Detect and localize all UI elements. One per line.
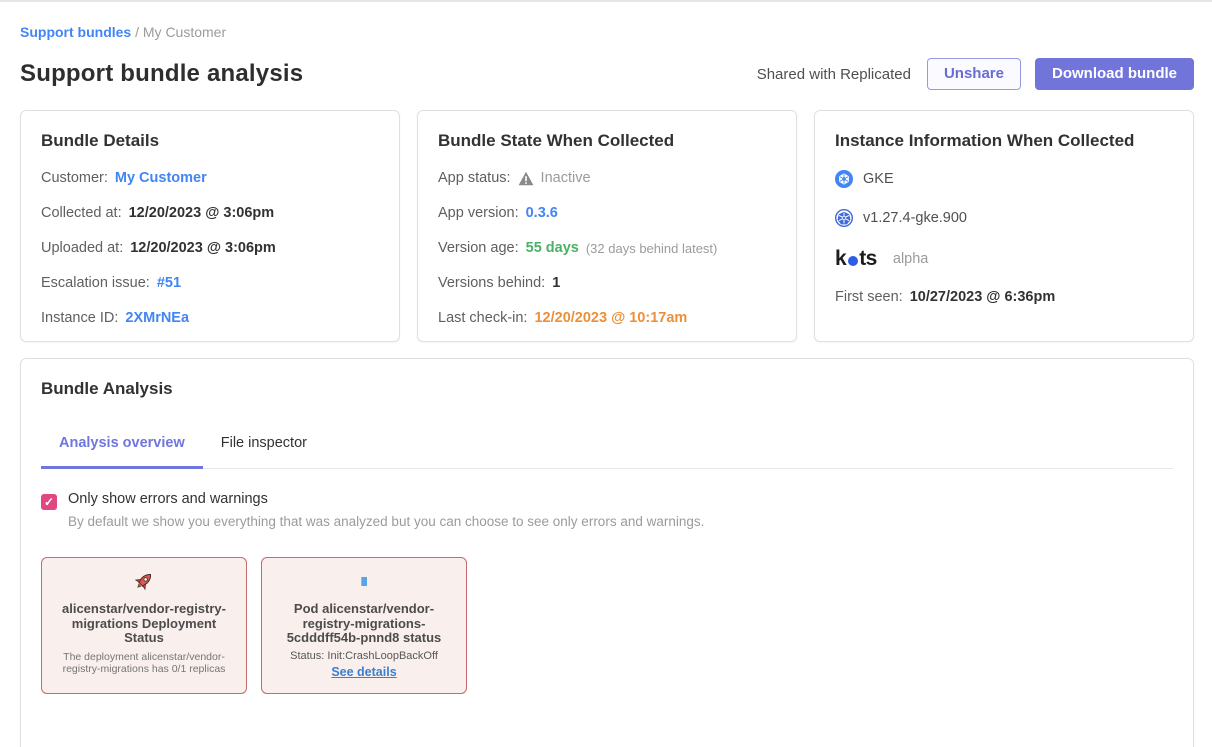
info-cards-row: Bundle Details Customer: My Customer Col… [20,110,1194,342]
instance-info-title: Instance Information When Collected [835,131,1173,151]
kots-logo-ts: ts [859,247,877,271]
rocket-icon [133,570,155,592]
gke-icon [835,170,853,188]
first-seen-row: First seen: 10/27/2023 @ 6:36pm [835,289,1173,305]
version-age-row: Version age: 55 days (32 days behind lat… [438,240,776,256]
first-seen-value: 10/27/2023 @ 6:36pm [910,289,1056,305]
shared-status-text: Shared with Replicated [757,66,911,83]
customer-link[interactable]: My Customer [115,170,207,186]
uploaded-at-value: 12/20/2023 @ 3:06pm [130,240,276,256]
instance-id-row: Instance ID: 2XMrNEa [41,310,379,326]
app-status-row: App status: Inactive [438,170,776,186]
k8s-version-row: v1.27.4-gke.900 [835,207,1173,229]
last-checkin-row: Last check-in: 12/20/2023 @ 10:17am [438,310,776,326]
app-status-label: App status: [438,170,511,186]
kubernetes-icon [835,209,853,227]
filter-description: By default we show you everything that w… [68,514,704,529]
versions-behind-label: Versions behind: [438,275,545,291]
issue-title: alicenstar/vendor-registry-migrations De… [54,602,234,646]
tab-file-inspector[interactable]: File inspector [203,427,325,468]
bundle-analysis-card: Bundle Analysis Analysis overview File i… [20,358,1194,747]
issue-title: Pod alicenstar/vendor-registry-migration… [274,602,454,646]
uploaded-at-label: Uploaded at: [41,240,123,256]
only-errors-checkbox[interactable]: ✓ [41,494,57,510]
kots-row: k ts alpha [835,248,1173,270]
app-status-value: Inactive [541,170,591,186]
version-age-label: Version age: [438,240,519,256]
kots-channel: alpha [893,251,928,267]
analysis-tabs: Analysis overview File inspector [41,427,1173,469]
collected-at-label: Collected at: [41,205,122,221]
filter-row: ✓ Only show errors and warnings By defau… [41,491,1173,529]
instance-id-label: Instance ID: [41,310,118,326]
bundle-state-title: Bundle State When Collected [438,131,776,151]
bundle-state-card: Bundle State When Collected App status: … [417,110,797,342]
bundle-details-card: Bundle Details Customer: My Customer Col… [20,110,400,342]
app-version-row: App version: 0.3.6 [438,205,776,221]
first-seen-label: First seen: [835,289,903,305]
k8s-version-value: v1.27.4-gke.900 [863,210,967,226]
support-bundle-page: Support bundles / My Customer Support bu… [0,2,1212,747]
breadcrumb-separator: / [135,24,143,40]
bundle-analysis-title: Bundle Analysis [41,379,1173,399]
escalation-issue-label: Escalation issue: [41,275,150,291]
last-checkin-label: Last check-in: [438,310,527,326]
escalation-issue-row: Escalation issue: #51 [41,275,379,291]
breadcrumb: Support bundles / My Customer [20,24,1194,40]
warning-icon [518,171,534,186]
customer-row: Customer: My Customer [41,170,379,186]
version-age-value: 55 days [526,240,579,256]
issue-status: Status: Init:CrashLoopBackOff [274,650,454,662]
issue-description: The deployment alicenstar/vendor-registr… [54,651,234,676]
versions-behind-row: Versions behind: 1 [438,275,776,291]
collected-at-value: 12/20/2023 @ 3:06pm [129,205,275,221]
instance-info-card: Instance Information When Collected GKE [814,110,1194,342]
unshare-button[interactable]: Unshare [927,58,1021,90]
distribution-value: GKE [863,171,894,187]
instance-id-link[interactable]: 2XMrNEa [125,310,189,326]
issue-cards-row: alicenstar/vendor-registry-migrations De… [41,557,1173,694]
app-version-label: App version: [438,205,519,221]
escalation-issue-link[interactable]: #51 [157,275,181,291]
breadcrumb-current: My Customer [143,24,226,40]
deployment-status-issue-card[interactable]: alicenstar/vendor-registry-migrations De… [41,557,247,694]
distribution-row: GKE [835,168,1173,190]
collected-at-row: Collected at: 12/20/2023 @ 3:06pm [41,205,379,221]
last-checkin-value: 12/20/2023 @ 10:17am [534,310,687,326]
pod-icon [361,577,367,586]
kots-logo: k ts [835,247,877,271]
kots-logo-dot [848,256,858,266]
breadcrumb-support-bundles-link[interactable]: Support bundles [20,24,131,40]
tab-analysis-overview[interactable]: Analysis overview [41,427,203,469]
versions-behind-value: 1 [552,275,560,291]
filter-label: Only show errors and warnings [68,491,704,507]
uploaded-at-row: Uploaded at: 12/20/2023 @ 3:06pm [41,240,379,256]
see-details-link[interactable]: See details [331,665,396,679]
bundle-details-title: Bundle Details [41,131,379,151]
customer-label: Customer: [41,170,108,186]
page-title: Support bundle analysis [20,60,303,88]
version-age-note: (32 days behind latest) [586,241,718,256]
download-bundle-button[interactable]: Download bundle [1035,58,1194,90]
kots-logo-k: k [835,247,846,271]
page-header: Support bundle analysis Shared with Repl… [20,58,1194,90]
header-actions: Shared with Replicated Unshare Download … [757,58,1194,90]
pod-status-issue-card[interactable]: Pod alicenstar/vendor-registry-migration… [261,557,467,694]
app-version-link[interactable]: 0.3.6 [526,205,558,221]
